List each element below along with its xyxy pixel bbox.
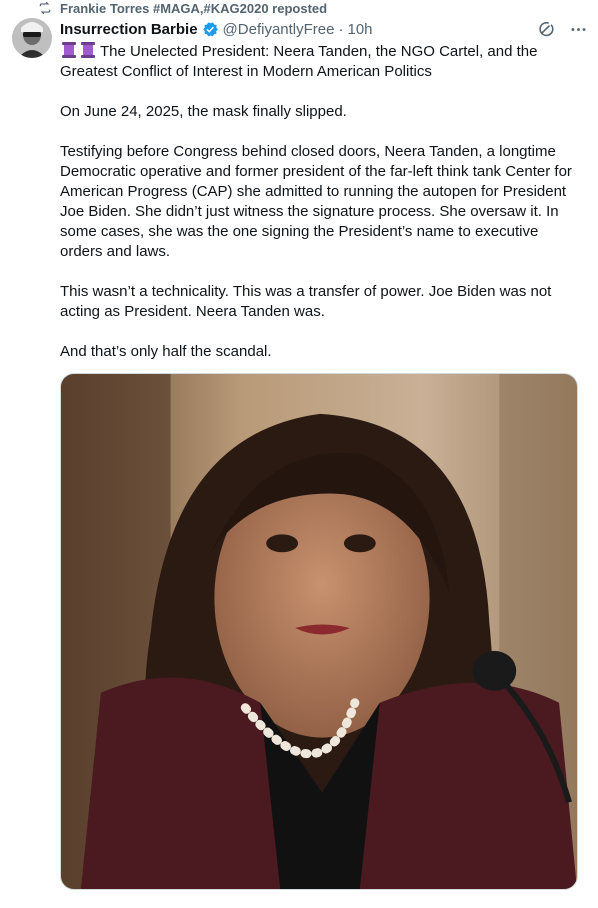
header-actions: [536, 20, 588, 39]
post-actions-row: [60, 898, 580, 908]
paragraph: On June 24, 2025, the mask finally slipp…: [60, 103, 347, 120]
repost-icon: [39, 1, 51, 15]
repost-action-icon[interactable]: [160, 898, 178, 908]
share-icon[interactable]: [562, 898, 580, 908]
verified-badge-icon[interactable]: [201, 20, 219, 38]
more-options-icon[interactable]: [569, 20, 588, 39]
paragraph: And that’s only half the scandal.: [60, 343, 272, 360]
post-text: The Unelected President: Neera Tanden, t…: [60, 41, 580, 382]
bookmark-icon[interactable]: [462, 898, 480, 908]
repost-text: Frankie Torres #MAGA,#KAG2020 reposted: [60, 0, 328, 16]
post-time[interactable]: 10h: [347, 21, 372, 38]
grok-icon[interactable]: [536, 20, 555, 39]
post-media-image[interactable]: [60, 373, 578, 890]
author-name[interactable]: Insurrection Barbie: [60, 21, 198, 38]
paragraph: This wasn’t a technicality. This was a t…: [60, 283, 552, 320]
purple-spool-icon: [81, 42, 95, 58]
author-handle[interactable]: @DefiyantlyFree: [223, 21, 335, 38]
post-header: Insurrection Barbie @DefiyantlyFree · 10…: [60, 18, 588, 40]
meta-separator: ·: [338, 20, 344, 38]
paragraph-title: The Unelected President: Neera Tanden, t…: [60, 43, 538, 80]
reply-icon[interactable]: [60, 898, 78, 908]
purple-spool-icon: [62, 42, 76, 58]
title-emoji-pair: [60, 41, 97, 59]
repost-indicator[interactable]: Frankie Torres #MAGA,#KAG2020 reposted: [38, 0, 327, 16]
paragraph: Testifying before Congress behind closed…: [60, 143, 572, 260]
views-icon[interactable]: [361, 898, 379, 908]
post-title: The Unelected President: Neera Tanden, t…: [60, 41, 580, 82]
avatar[interactable]: [12, 18, 52, 58]
like-icon[interactable]: [261, 898, 279, 908]
